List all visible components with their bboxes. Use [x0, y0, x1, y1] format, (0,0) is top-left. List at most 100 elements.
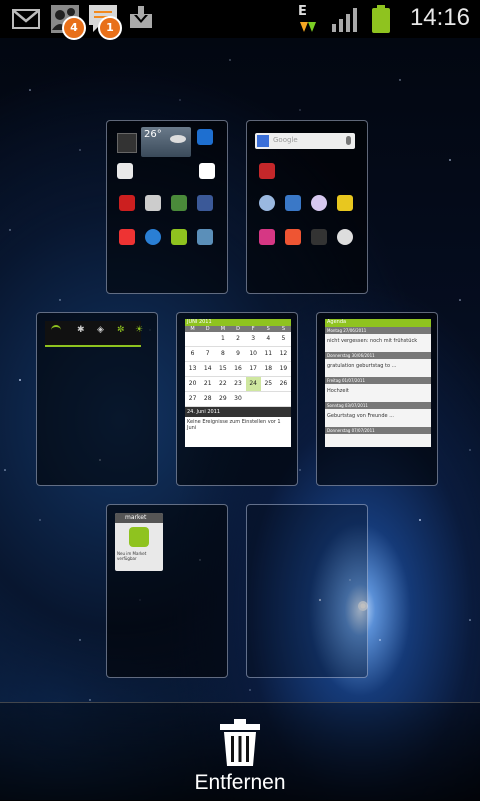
dropbox-app-icon[interactable] — [197, 129, 213, 145]
agenda-widget: Agenda Montag 27/06/2011 nicht vergessen:… — [325, 319, 431, 447]
agenda-event: gratulation geburtstag to ... — [327, 363, 397, 369]
gmail-icon[interactable] — [12, 8, 40, 34]
agenda-header: Agenda — [325, 319, 431, 327]
calendar-date-line: 24. Juni 2011 — [185, 407, 291, 417]
clock-app-icon[interactable] — [337, 229, 353, 245]
calendar-day: 20 — [188, 380, 197, 387]
market-widget-title: market — [115, 513, 163, 523]
remove-drop-target[interactable]: Entfernen — [0, 702, 480, 801]
calendar-week-row: 13 14 15 16 17 18 19 — [185, 362, 291, 377]
data-e-icon: E — [296, 4, 318, 38]
calendar-day: 28 — [203, 395, 212, 402]
calendar-day — [261, 392, 276, 406]
calendar-app-icon[interactable] — [117, 163, 133, 179]
wifi-icon — [51, 325, 61, 335]
media-app-icon[interactable] — [311, 195, 327, 211]
agenda-date: Montag 27/06/2011 — [325, 327, 431, 334]
messages-count-badge: 1 — [98, 16, 122, 40]
calendar-day: 22 — [219, 380, 227, 387]
google-g-icon — [257, 135, 269, 147]
calendar-day: 26 — [279, 380, 288, 387]
mic-icon — [346, 136, 351, 145]
remove-label: Entfernen — [194, 771, 286, 794]
gps-icon: ◈ — [97, 325, 104, 335]
camera-app-icon[interactable] — [145, 195, 161, 211]
homescreen-thumbnail-6[interactable]: market Neu im Market verfügbar — [106, 504, 228, 678]
calendar-grid: 1 2 3 4 5 6 7 8 9 10 11 12 13 14 15 16 17 18 19 20 21 22 23 24 2… — [185, 332, 291, 407]
homescreen-thumbnail-5[interactable]: Agenda Montag 27/06/2011 nicht vergessen:… — [316, 312, 438, 486]
google-search-widget: Google — [255, 133, 355, 149]
calendar-day: 30 — [234, 395, 242, 402]
calendar-event-text: Keine Ereignisse zum Einstellen vor 1 Ju… — [187, 419, 281, 431]
tips-app-icon[interactable] — [337, 195, 353, 211]
homescreen-thumbnail-4[interactable]: JUNI 2011 M D M D F S S 1 2 3 4 5 6 7 8 9 10 11 12 1… — [176, 312, 298, 486]
agenda-event: Geburtstag von Freunde ... — [327, 413, 394, 419]
browser-app-icon[interactable] — [145, 229, 161, 245]
calendar-day: 8 — [220, 350, 225, 357]
calendar-day: 14 — [203, 365, 212, 372]
calendar-day: 21 — [203, 380, 212, 387]
agenda-list: Montag 27/06/2011 nicht vergessen: noch m… — [325, 327, 431, 434]
power-control-widget: ✱ ◈ ✼ ☀ — [45, 321, 143, 347]
calendar-day: 2 — [236, 335, 240, 342]
agenda-date: Donnerstag 30/06/2011 — [325, 352, 431, 359]
facebook-app-icon[interactable] — [197, 195, 213, 211]
homescreen-thumbnail-3[interactable]: ✱ ◈ ✼ ☀ — [36, 312, 158, 486]
status-bar: 4 1 E 14:16 — [0, 0, 480, 40]
calendar-day: 12 — [279, 350, 288, 357]
calendar-day — [185, 332, 200, 346]
phone-widget — [117, 133, 137, 153]
calendar-month-header: JUNI 2011 — [185, 319, 291, 326]
calendar-day: 3 — [251, 335, 256, 342]
calendar-day: 11 — [264, 350, 273, 357]
calendar-day: 6 — [190, 350, 195, 357]
gmail-app-icon[interactable] — [119, 229, 135, 245]
clock: 14:16 — [409, 4, 470, 31]
sync-icon: ✼ — [117, 325, 125, 335]
download-icon[interactable] — [128, 6, 154, 34]
tasks-app-icon[interactable] — [259, 163, 275, 179]
navigation-app-icon[interactable] — [311, 229, 327, 245]
market-widget-text: Neu im Market verfügbar — [117, 551, 147, 561]
homescreen-thumbnail-7[interactable] — [246, 504, 368, 678]
market-widget: market Neu im Market verfügbar — [115, 513, 163, 571]
calendar-day: 13 — [188, 365, 197, 372]
agenda-event: nicht vergessen: noch mit frühstück — [327, 338, 418, 344]
calendar-day — [276, 392, 291, 406]
homescreen-thumbnail-2[interactable]: Google — [246, 120, 368, 294]
agenda-date: Freitag 01/07/2011 — [325, 377, 431, 384]
music-app-icon[interactable] — [197, 229, 213, 245]
gallery-app-icon[interactable] — [171, 195, 187, 211]
amazon-app-icon[interactable] — [199, 163, 215, 179]
calendar-day: 19 — [279, 365, 288, 372]
trash-icon — [218, 719, 262, 771]
calendar-day: 1 — [220, 335, 225, 342]
calendar-day: 25 — [264, 380, 273, 387]
calendar-day: 7 — [205, 350, 210, 357]
calendar-day: 29 — [219, 395, 227, 402]
calendar-day: 4 — [266, 335, 271, 342]
homescreen-thumbnail-1[interactable]: 26° — [106, 120, 228, 294]
calendar-day: 9 — [236, 350, 240, 357]
calendar-day: 10 — [249, 350, 257, 357]
calendar-day: 5 — [281, 335, 286, 342]
market-android-icon — [129, 527, 149, 547]
calendar-day — [200, 332, 215, 346]
contacts-app-icon[interactable] — [285, 195, 301, 211]
calendar-week-row: 1 2 3 4 5 — [185, 332, 291, 347]
agenda-date: Donnerstag 07/07/2011 — [325, 427, 431, 434]
sms-app-icon[interactable] — [259, 195, 275, 211]
calendar-day: 15 — [219, 365, 227, 372]
calendar-week-row: 27 28 29 30 — [185, 392, 291, 407]
calendar-day: 16 — [234, 365, 242, 372]
vodafone-app-icon[interactable] — [285, 229, 301, 245]
weather-widget: 26° — [141, 127, 191, 157]
youtube-app-icon[interactable] — [119, 195, 135, 211]
calendar-day: 24 — [245, 377, 261, 391]
magazine-app-icon[interactable] — [259, 229, 275, 245]
market-app-icon[interactable] — [171, 229, 187, 245]
agenda-event: Hochzeit — [327, 388, 349, 394]
weather-temp: 26° — [144, 129, 162, 140]
calendar-day: 17 — [249, 365, 257, 372]
calendar-week-row: 20 21 22 23 24 25 26 — [185, 377, 291, 392]
